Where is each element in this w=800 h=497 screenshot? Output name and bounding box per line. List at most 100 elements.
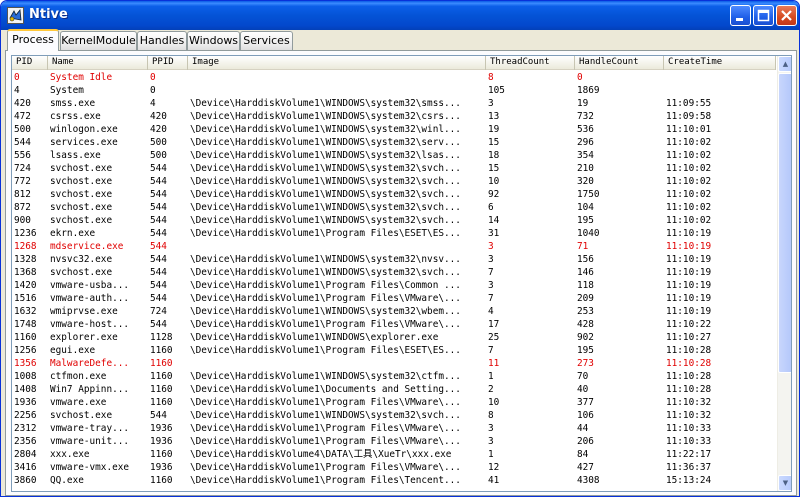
table-row[interactable]: 472 csrss.exe 420 \Device\HarddiskVolume1\W… <box>12 110 776 123</box>
cell-ppid: 1160 <box>150 475 173 486</box>
cell-name: vmware-usba... <box>50 280 130 291</box>
column-header-image[interactable]: Image <box>188 56 486 70</box>
cell-handles: 210 <box>577 163 594 174</box>
column-header-handlecount[interactable]: HandleCount <box>575 56 664 70</box>
table-row[interactable]: 3416 vmware-vmx.exe 1936 \Device\HarddiskVo… <box>12 461 776 474</box>
cell-pid: 472 <box>14 111 31 122</box>
cell-threads: 11 <box>488 358 500 369</box>
cell-threads: 3 <box>488 98 494 109</box>
table-row[interactable]: 4 System 0 105 1869 <box>12 84 776 97</box>
minimize-icon <box>736 18 743 21</box>
cell-time: 11:10:19 <box>666 241 712 252</box>
cell-handles: 1040 <box>577 228 600 239</box>
cell-ppid: 0 <box>150 85 156 96</box>
cell-handles: 732 <box>577 111 594 122</box>
scroll-up-button[interactable]: ▲ <box>778 56 791 72</box>
table-row[interactable]: 1328 nvsvc32.exe 544 \Device\HarddiskVolume… <box>12 253 776 266</box>
tab-windows[interactable]: Windows <box>187 31 240 50</box>
table-row[interactable]: 500 winlogon.exe 420 \Device\HarddiskVolume… <box>12 123 776 136</box>
table-row[interactable]: 1356 MalwareDefe... 1160 11 273 11:10:28 <box>12 357 776 370</box>
column-header-name[interactable]: Name <box>48 56 148 70</box>
column-header-ppid[interactable]: PPID <box>148 56 188 70</box>
cell-handles: 296 <box>577 137 594 148</box>
cell-name: QQ.exe <box>50 475 84 486</box>
table-row[interactable]: 1268 mdservice.exe 544 3 71 11:10:19 <box>12 240 776 253</box>
cell-pid: 1516 <box>14 293 37 304</box>
cell-handles: 44 <box>577 423 589 434</box>
scroll-thumb[interactable] <box>778 73 791 373</box>
table-row[interactable]: 724 svchost.exe 544 \Device\HarddiskVolume1… <box>12 162 776 175</box>
table-row[interactable]: 1408 Win7 Appinn... 1160 \Device\HarddiskVo… <box>12 383 776 396</box>
cell-ppid: 1160 <box>150 358 173 369</box>
table-row[interactable]: 3860 QQ.exe 1160 \Device\HarddiskVolume1\Pr… <box>12 474 776 487</box>
minimize-button[interactable] <box>730 5 751 26</box>
table-row[interactable]: 772 svchost.exe 544 \Device\HarddiskVolume1… <box>12 175 776 188</box>
cell-handles: 428 <box>577 319 594 330</box>
table-row[interactable]: 2256 svchost.exe 544 \Device\HarddiskVolume… <box>12 409 776 422</box>
cell-time: 11:10:02 <box>666 137 712 148</box>
table-row[interactable]: 2312 vmware-tray... 1936 \Device\HarddiskVo… <box>12 422 776 435</box>
cell-pid: 1256 <box>14 345 37 356</box>
cell-ppid: 1128 <box>150 332 173 343</box>
vertical-scrollbar[interactable]: ▲ ▼ <box>777 56 791 491</box>
cell-handles: 354 <box>577 150 594 161</box>
cell-name: System Idle <box>50 72 113 83</box>
table-row[interactable]: 420 smss.exe 4 \Device\HarddiskVolume1\WIND… <box>12 97 776 110</box>
cell-time: 11:09:55 <box>666 98 712 109</box>
table-row[interactable]: 1008 ctfmon.exe 1160 \Device\HarddiskVolume… <box>12 370 776 383</box>
cell-ppid: 544 <box>150 202 167 213</box>
scroll-down-button[interactable]: ▼ <box>778 475 791 491</box>
table-row[interactable]: 544 services.exe 500 \Device\HarddiskVolume… <box>12 136 776 149</box>
cell-handles: 4308 <box>577 475 600 486</box>
cell-name: vmware-host... <box>50 319 130 330</box>
table-row[interactable]: 1256 egui.exe 1160 \Device\HarddiskVolume1\… <box>12 344 776 357</box>
table-row[interactable]: 2356 vmware-unit... 1936 \Device\HarddiskVo… <box>12 435 776 448</box>
cell-handles: 0 <box>577 72 583 83</box>
cell-pid: 1268 <box>14 241 37 252</box>
tab-services[interactable]: Services <box>240 31 293 50</box>
maximize-button[interactable] <box>753 5 774 26</box>
cell-image: \Device\HarddiskVolume1\WINDOWS\system32… <box>190 98 461 109</box>
tab-process[interactable]: Process <box>7 29 59 51</box>
table-row[interactable]: 2804 xxx.exe 1160 \Device\HarddiskVolume4\D… <box>12 448 776 461</box>
cell-name: svchost.exe <box>50 410 113 421</box>
cell-time: 11:10:19 <box>666 280 712 291</box>
table-row[interactable]: 556 lsass.exe 500 \Device\HarddiskVolume1\W… <box>12 149 776 162</box>
table-row[interactable]: 1236 ekrn.exe 544 \Device\HarddiskVolume1\P… <box>12 227 776 240</box>
column-header-pid[interactable]: PID <box>12 56 48 70</box>
cell-threads: 3 <box>488 254 494 265</box>
cell-threads: 18 <box>488 150 500 161</box>
table-row[interactable]: 1632 wmiprvse.exe 724 \Device\HarddiskVolum… <box>12 305 776 318</box>
process-table: PID Name PPID Image ThreadCount HandleCo… <box>11 55 792 492</box>
table-row[interactable]: 812 svchost.exe 544 \Device\HarddiskVolume1… <box>12 188 776 201</box>
cell-threads: 105 <box>488 85 505 96</box>
cell-threads: 41 <box>488 475 500 486</box>
cell-threads: 2 <box>488 384 494 395</box>
cell-time: 11:10:28 <box>666 384 712 395</box>
table-row[interactable]: 1936 vmware.exe 1160 \Device\HarddiskVolume… <box>12 396 776 409</box>
table-row[interactable]: 900 svchost.exe 544 \Device\HarddiskVolume1… <box>12 214 776 227</box>
close-button[interactable] <box>776 5 797 26</box>
table-row[interactable]: 872 svchost.exe 544 \Device\HarddiskVolume1… <box>12 201 776 214</box>
table-row[interactable]: 1748 vmware-host... 544 \Device\HarddiskVol… <box>12 318 776 331</box>
tab-kernelmodule[interactable]: KernelModule <box>60 31 137 50</box>
cell-handles: 253 <box>577 306 594 317</box>
cell-pid: 1236 <box>14 228 37 239</box>
cell-time: 11:10:32 <box>666 410 712 421</box>
table-row[interactable]: 1420 vmware-usba... 544 \Device\HarddiskVol… <box>12 279 776 292</box>
cell-image: \Device\HarddiskVolume1\Program Files\Te… <box>190 475 461 486</box>
column-header-createtime[interactable]: CreateTime <box>664 56 776 70</box>
cell-image <box>189 84 486 97</box>
table-row[interactable]: 1368 svchost.exe 544 \Device\HarddiskVolume… <box>12 266 776 279</box>
cell-time: 11:10:33 <box>666 436 712 447</box>
table-row[interactable]: 0 System Idle 0 8 0 <box>12 71 776 84</box>
title-bar[interactable]: Ntive <box>1 1 799 30</box>
table-row[interactable]: 1160 explorer.exe 1128 \Device\HarddiskVolu… <box>12 331 776 344</box>
tab-handles[interactable]: Handles <box>137 31 187 50</box>
cell-threads: 1 <box>488 371 494 382</box>
cell-threads: 7 <box>488 345 494 356</box>
tab-panel: PID Name PPID Image ThreadCount HandleCo… <box>5 50 797 496</box>
table-row[interactable]: 1516 vmware-auth... 544 \Device\HarddiskVol… <box>12 292 776 305</box>
cell-threads: 3 <box>488 423 494 434</box>
column-header-threadcount[interactable]: ThreadCount <box>486 56 575 70</box>
